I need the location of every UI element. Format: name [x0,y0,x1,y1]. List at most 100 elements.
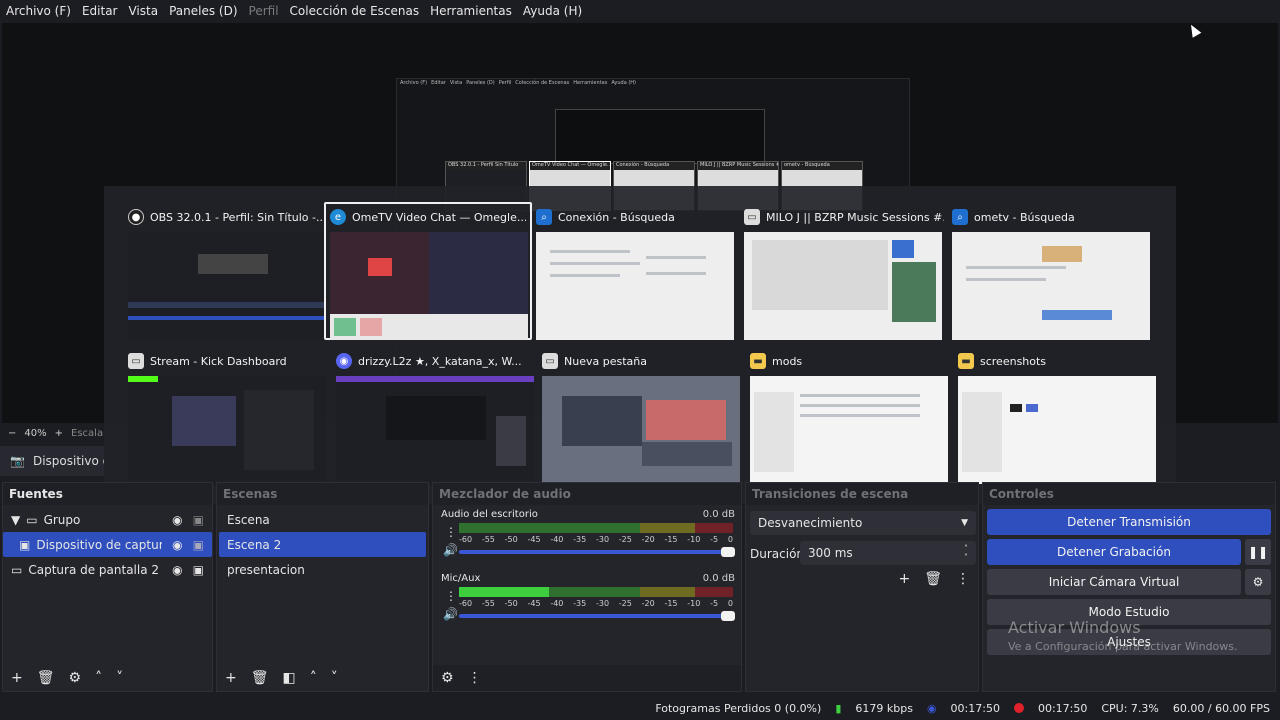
add-icon[interactable]: + [11,670,23,686]
meter-tick: -40 [550,599,564,608]
obs-icon: ● [128,209,144,225]
arrow-down-icon[interactable]: ˅ [116,670,123,686]
stop-stream-button[interactable]: Detener Transmisión [987,509,1271,535]
stream-time: 00:17:50 [950,701,1000,715]
menu-coleccion-escenas[interactable]: Colección de Escenas [290,4,420,18]
eye-icon[interactable]: ◉ [172,513,182,527]
speaker-icon[interactable]: 🔊 [443,607,458,621]
switcher-window-obs[interactable]: ● OBS 32.0.1 - Perfil: Sin Título -... [124,204,332,342]
meter-tick: -55 [481,599,495,608]
kebab-menu-icon[interactable]: ⋮ [468,670,482,686]
source-item-captura[interactable]: ▭ Captura de pantalla 2 ◉ ▣ [3,557,212,582]
switcher-window-milo-j[interactable]: ▭ MILO J || BZRP Music Sessions #... [740,204,948,342]
menu-editar[interactable]: Editar [82,4,118,18]
browser-tab-icon: ▭ [542,353,558,369]
search-icon: ⌕ [952,209,968,225]
switcher-window-ometv-busqueda[interactable]: ⌕ ometv - Búsqueda [948,204,1156,342]
gear-icon[interactable]: ⚙ [69,670,82,686]
window-switcher: ● OBS 32.0.1 - Perfil: Sin Título -... e… [104,186,1176,504]
zoom-out-button[interactable]: − [8,428,16,439]
trash-icon[interactable]: 🗑 [924,571,942,587]
window-thumbnail [750,376,948,484]
speaker-icon[interactable]: 🔊 [443,543,458,557]
volume-meter [459,587,733,597]
spin-arrows-icon[interactable]: ˄ ˅ [964,544,968,562]
trash-icon[interactable]: 🗑 [37,670,55,686]
arrow-down-icon[interactable]: ˅ [331,670,338,686]
meter-tick: -10 [687,535,701,544]
switcher-window-screenshots[interactable]: ▬ screenshots [954,348,1162,486]
window-title: ometv - Búsqueda [974,210,1075,224]
window-title: screenshots [980,354,1047,368]
kebab-menu-icon[interactable]: ⋮ [956,571,970,587]
pause-icon[interactable]: ❚❚ [1245,539,1271,565]
window-title-row: ▭ Nueva pestaña [542,348,742,374]
advanced-audio-icon[interactable]: ⚙ [441,670,454,686]
transition-select[interactable]: Desvanecimiento ▼ [750,511,976,535]
menu-paneles[interactable]: Paneles (D) [169,4,237,18]
switcher-window-discord[interactable]: ◉ drizzy.L2z ★, X_katana_x, W... [332,348,540,486]
add-icon[interactable]: + [225,670,237,686]
nested-menu-item: Vista [449,80,463,86]
volume-slider[interactable] [459,547,735,557]
start-virtual-cam-button[interactable]: Iniciar Cámara Virtual [987,569,1241,595]
filter-icon[interactable]: ◧ [283,670,296,686]
volume-slider[interactable] [459,611,735,621]
menu-vista[interactable]: Vista [128,4,158,18]
switcher-window-kick[interactable]: ▭ Stream - Kick Dashboard [124,348,332,486]
menu-herramientas[interactable]: Herramientas [430,4,512,18]
activate-windows-title: Activar Windows [1008,618,1141,637]
nested-menu-item: Paneles (D) [466,80,495,86]
stop-record-button[interactable]: Detener Grabación [987,539,1241,565]
kebab-menu-icon[interactable]: ⋮ [445,589,457,603]
meter-tick: -60 [459,599,473,608]
trash-icon[interactable]: 🗑 [251,670,269,686]
source-label: Dispositivo de captura de [36,537,163,552]
window-title: mods [772,354,803,368]
chevron-down-icon[interactable]: ▼ [11,513,20,527]
transition-select-value: Desvanecimiento [758,516,863,530]
scene-item[interactable]: presentacion [219,557,426,582]
switcher-window-nueva-pestana[interactable]: ▭ Nueva pestaña [538,348,746,486]
scene-item-selected[interactable]: Escena 2 [219,532,426,557]
live-icon: ◉ [926,701,937,715]
transitions-dock: Transiciones de escena Desvanecimiento ▼… [745,482,979,692]
meter-tick: -10 [687,599,701,608]
controls-title: Controles [983,483,1275,505]
duration-input[interactable]: 300 ms ˄ ˅ [800,541,976,565]
audio-mixer-dock: Mezclador de audio Audio del escritorio … [432,482,742,692]
sources-title: Fuentes [3,483,212,505]
menu-archivo[interactable]: Archivo (F) [6,4,71,18]
switcher-window-ometv[interactable]: e OmeTV Video Chat — Omegle... [324,202,532,340]
switcher-window-mods[interactable]: ▬ mods [746,348,954,486]
nested-menu-item: Editar [431,80,446,86]
switcher-window-conexion[interactable]: ⌕ Conexión - Búsqueda [532,204,740,342]
monitor-icon: ▭ [11,562,23,577]
kebab-menu-icon[interactable]: ⋮ [445,525,457,539]
source-item-dispositivo[interactable]: ▣ Dispositivo de captura de ◉ ▣ [3,532,212,557]
status-bar: Fotogramas Perdidos 0 (0.0%) ▮ 6179 kbps… [0,696,1280,720]
discord-icon: ◉ [336,353,352,369]
zoom-in-button[interactable]: + [55,428,63,439]
menu-ayuda[interactable]: Ayuda (H) [523,4,582,18]
duration-value: 300 ms [808,546,853,560]
eye-icon[interactable]: ◉ [172,563,182,577]
gear-icon[interactable]: ⚙ [1245,569,1271,595]
lock-icon[interactable]: ▣ [193,538,204,552]
arrow-up-icon[interactable]: ˄ [310,670,317,686]
volume-slider-knob[interactable] [721,547,735,557]
lock-icon[interactable]: ▣ [193,513,204,527]
scene-item[interactable]: Escena [219,507,426,532]
mixer-toolbar: ⚙ ⋮ [433,665,741,691]
source-item-grupo[interactable]: ▼ ▭ Grupo ◉ ▣ [3,507,212,532]
menu-perfil[interactable]: Perfil [249,4,279,18]
arrow-up-icon[interactable]: ˄ [95,670,102,686]
duration-label: Duración [750,547,805,561]
eye-icon[interactable]: ◉ [172,538,182,552]
window-title-row: ◉ drizzy.L2z ★, X_katana_x, W... [336,348,536,374]
lock-icon[interactable]: ▣ [193,563,204,577]
add-icon[interactable]: + [898,571,910,587]
volume-slider-knob[interactable] [721,611,735,621]
scenes-dock: Escenas Escena Escena 2 presentacion + 🗑… [216,482,429,692]
window-title-row: ▭ MILO J || BZRP Music Sessions #... [744,204,944,230]
